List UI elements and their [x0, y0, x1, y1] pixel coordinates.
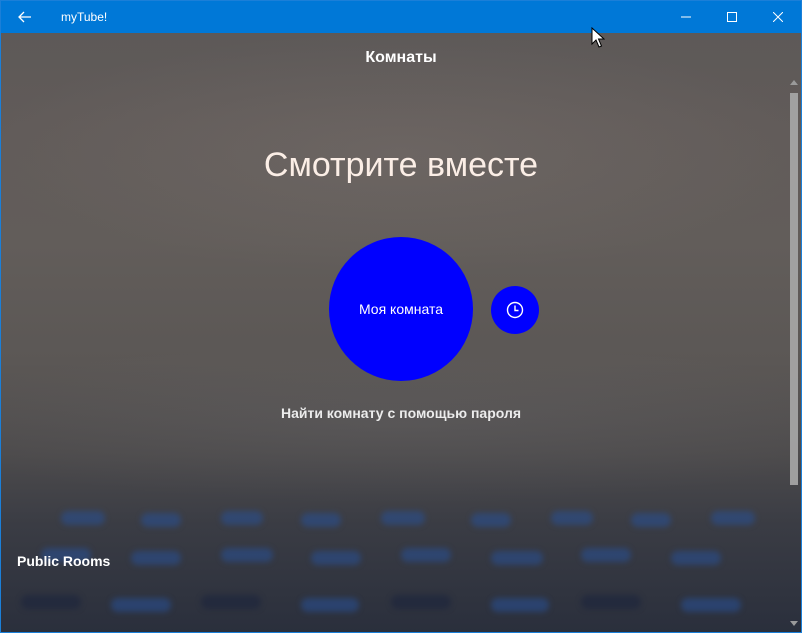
mouse-pointer-icon	[591, 27, 605, 48]
section-title: Комнаты	[365, 49, 437, 66]
public-rooms-heading: Public Rooms	[17, 553, 111, 569]
minimize-button[interactable]	[663, 1, 709, 33]
scroll-down-arrow-icon[interactable]	[790, 621, 798, 626]
find-room-by-password-link[interactable]: Найти комнату с помощью пароля	[1, 405, 801, 421]
clock-icon	[506, 301, 524, 319]
history-button[interactable]	[491, 286, 539, 334]
app-window: myTube! Комнаты Смотрите вместе Моя комн…	[0, 0, 802, 633]
maximize-icon	[727, 12, 737, 22]
hero-title: Смотрите вместе	[263, 146, 539, 184]
arrow-left-icon	[18, 11, 31, 23]
close-icon	[773, 12, 783, 22]
scroll-up-arrow-icon[interactable]	[790, 80, 798, 85]
app-title: myTube!	[61, 10, 108, 24]
vertical-scrollbar[interactable]	[787, 33, 801, 632]
rooms-page: Комнаты Смотрите вместе Моя комната Найт…	[1, 33, 801, 632]
background-seats	[1, 503, 801, 632]
maximize-button[interactable]	[709, 1, 755, 33]
my-room-label: Моя комната	[358, 301, 444, 317]
back-button[interactable]	[1, 1, 49, 33]
minimize-icon	[681, 16, 691, 18]
title-bar: myTube!	[1, 1, 801, 33]
my-room-button[interactable]: Моя комната	[329, 237, 473, 381]
close-button[interactable]	[755, 1, 801, 33]
scroll-thumb[interactable]	[790, 93, 798, 485]
